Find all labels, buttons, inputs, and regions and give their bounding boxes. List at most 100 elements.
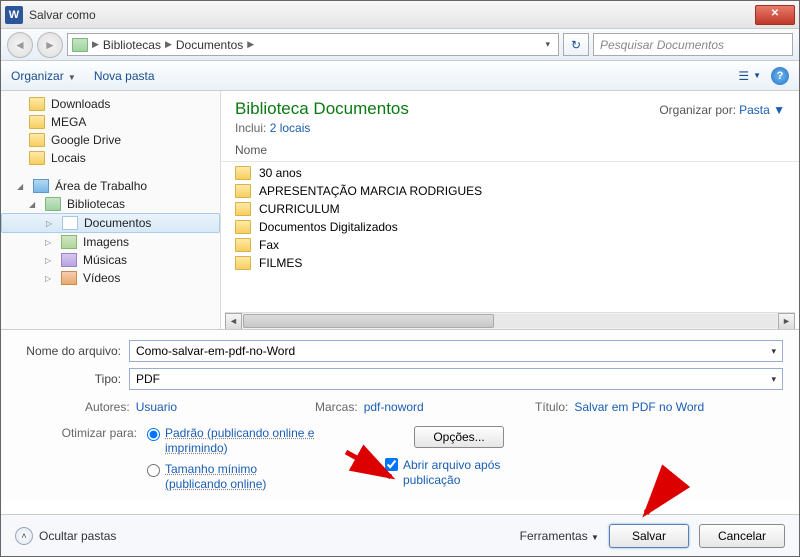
tags-label: Marcas:	[315, 400, 358, 414]
library-icon	[72, 38, 88, 52]
folder-icon	[235, 256, 251, 270]
expand-icon[interactable]: ▷	[45, 274, 53, 283]
save-button[interactable]: Salvar	[609, 524, 689, 548]
list-item[interactable]: FILMES	[221, 254, 799, 272]
organize-menu[interactable]: Organizar ▼	[11, 69, 76, 83]
document-icon	[62, 216, 78, 230]
list-item[interactable]: Documentos Digitalizados	[221, 218, 799, 236]
doctitle-value[interactable]: Salvar em PDF no Word	[574, 400, 704, 414]
expand-icon[interactable]: ▷	[46, 219, 54, 228]
sidebar-item-desktop[interactable]: ◢Área de Trabalho	[1, 177, 220, 195]
options-button[interactable]: Opções...	[414, 426, 504, 448]
chevron-right-icon[interactable]: ▶	[92, 39, 99, 50]
type-dropdown-arrow[interactable]: ▾	[765, 374, 776, 385]
doctitle-label: Título:	[535, 400, 568, 414]
authors-value[interactable]: Usuario	[136, 400, 177, 414]
help-button[interactable]: ?	[771, 67, 789, 85]
optimize-standard-radio[interactable]	[147, 428, 160, 441]
filename-history-dropdown[interactable]: ▾	[765, 346, 776, 357]
sidebar-item-locais[interactable]: Locais	[1, 149, 220, 167]
sidebar-item-mega[interactable]: MEGA	[1, 113, 220, 131]
optimize-label: Otimizar para:	[47, 426, 137, 492]
filename-label: Nome do arquivo:	[17, 344, 129, 358]
folder-icon	[235, 238, 251, 252]
type-label: Tipo:	[17, 372, 129, 386]
save-as-dialog: W Salvar como ✕ ◄ ► ▶ Bibliotecas ▶ Docu…	[0, 0, 800, 557]
forward-button[interactable]: ►	[37, 32, 63, 58]
sidebar-item-googledrive[interactable]: Google Drive	[1, 131, 220, 149]
sidebar-item-imagens[interactable]: ▷Imagens	[1, 233, 220, 251]
tags-value[interactable]: pdf-noword	[364, 400, 424, 414]
search-placeholder: Pesquisar Documentos	[600, 38, 724, 52]
chevron-up-icon: ˄	[15, 527, 33, 545]
library-subtitle: Inclui: 2 locais	[235, 121, 409, 135]
search-input[interactable]: Pesquisar Documentos	[593, 33, 793, 56]
image-icon	[61, 235, 77, 249]
folder-icon	[235, 184, 251, 198]
authors-label: Autores:	[85, 400, 130, 414]
folder-icon	[29, 151, 45, 165]
sidebar-item-downloads[interactable]: Downloads	[1, 95, 220, 113]
locations-link[interactable]: 2 locais	[270, 121, 311, 135]
arrange-by-menu[interactable]: Pasta ▼	[739, 103, 785, 117]
scroll-left-button[interactable]: ◄	[225, 313, 242, 329]
view-mode-button[interactable]: ☰▼	[738, 69, 761, 83]
content-pane: Biblioteca Documentos Inclui: 2 locais O…	[221, 91, 799, 329]
expand-icon[interactable]: ▷	[45, 256, 53, 265]
back-button[interactable]: ◄	[7, 32, 33, 58]
type-select[interactable]: PDF ▾	[129, 368, 783, 390]
toolbar: Organizar ▼ Nova pasta ☰▼ ?	[1, 61, 799, 91]
refresh-button[interactable]: ↻	[563, 33, 589, 56]
filename-input[interactable]: ▾	[129, 340, 783, 362]
expand-icon[interactable]: ◢	[29, 200, 37, 209]
sidebar-item-videos[interactable]: ▷Vídeos	[1, 269, 220, 287]
file-list[interactable]: 30 anos APRESENTAÇÃO MARCIA RODRIGUES CU…	[221, 162, 799, 312]
main-area: Downloads MEGA Google Drive Locais ◢Área…	[1, 91, 799, 329]
folder-icon	[29, 97, 45, 111]
folder-icon	[29, 133, 45, 147]
address-dropdown[interactable]: ▾	[541, 39, 554, 50]
chevron-right-icon[interactable]: ▶	[165, 39, 172, 50]
list-item[interactable]: APRESENTAÇÃO MARCIA RODRIGUES	[221, 182, 799, 200]
sidebar-item-musicas[interactable]: ▷Músicas	[1, 251, 220, 269]
video-icon	[61, 271, 77, 285]
filename-field[interactable]	[136, 344, 765, 358]
list-item[interactable]: Fax	[221, 236, 799, 254]
type-value: PDF	[136, 372, 160, 386]
titlebar: W Salvar como ✕	[1, 1, 799, 29]
open-after-checkbox[interactable]	[385, 458, 398, 471]
scroll-right-button[interactable]: ►	[778, 313, 795, 329]
form-area: Nome do arquivo: ▾ Tipo: PDF ▾ Autores: …	[1, 329, 799, 500]
navbar: ◄ ► ▶ Bibliotecas ▶ Documentos ▶ ▾ ↻ Pes…	[1, 29, 799, 61]
expand-icon[interactable]: ◢	[17, 182, 25, 191]
column-header-name[interactable]: Nome	[221, 139, 799, 162]
music-icon	[61, 253, 77, 267]
breadcrumb-bibliotecas[interactable]: Bibliotecas	[103, 38, 161, 52]
desktop-icon	[33, 179, 49, 193]
word-icon: W	[5, 6, 23, 24]
new-folder-button[interactable]: Nova pasta	[94, 69, 155, 83]
optimize-standard-label[interactable]: Padrão (publicando online e imprimindo)	[165, 426, 315, 456]
expand-icon[interactable]: ▷	[45, 238, 53, 247]
cancel-button[interactable]: Cancelar	[699, 524, 785, 548]
tools-menu[interactable]: Ferramentas ▼	[520, 529, 599, 543]
chevron-right-icon[interactable]: ▶	[247, 39, 254, 50]
sidebar-item-documentos[interactable]: ▷Documentos	[1, 213, 220, 233]
folder-icon	[235, 220, 251, 234]
horizontal-scrollbar[interactable]: ◄ ►	[225, 312, 795, 329]
library-title: Biblioteca Documentos	[235, 99, 409, 119]
footer: ˄ Ocultar pastas Ferramentas ▼ Salvar Ca…	[1, 514, 799, 556]
window-title: Salvar como	[29, 8, 755, 22]
list-item[interactable]: 30 anos	[221, 164, 799, 182]
arrange-by: Organizar por: Pasta ▼	[659, 103, 785, 117]
optimize-minimum-label[interactable]: Tamanho mínimo (publicando online)	[165, 462, 315, 492]
close-button[interactable]: ✕	[755, 5, 795, 25]
hide-folders-button[interactable]: ˄ Ocultar pastas	[15, 527, 116, 545]
list-item[interactable]: CURRICULUM	[221, 200, 799, 218]
sidebar: Downloads MEGA Google Drive Locais ◢Área…	[1, 91, 221, 329]
address-bar[interactable]: ▶ Bibliotecas ▶ Documentos ▶ ▾	[67, 33, 559, 56]
optimize-minimum-radio[interactable]	[147, 464, 160, 477]
open-after-label[interactable]: Abrir arquivo após publicação	[403, 458, 533, 488]
sidebar-item-libraries[interactable]: ◢Bibliotecas	[1, 195, 220, 213]
breadcrumb-documentos[interactable]: Documentos	[176, 38, 243, 52]
